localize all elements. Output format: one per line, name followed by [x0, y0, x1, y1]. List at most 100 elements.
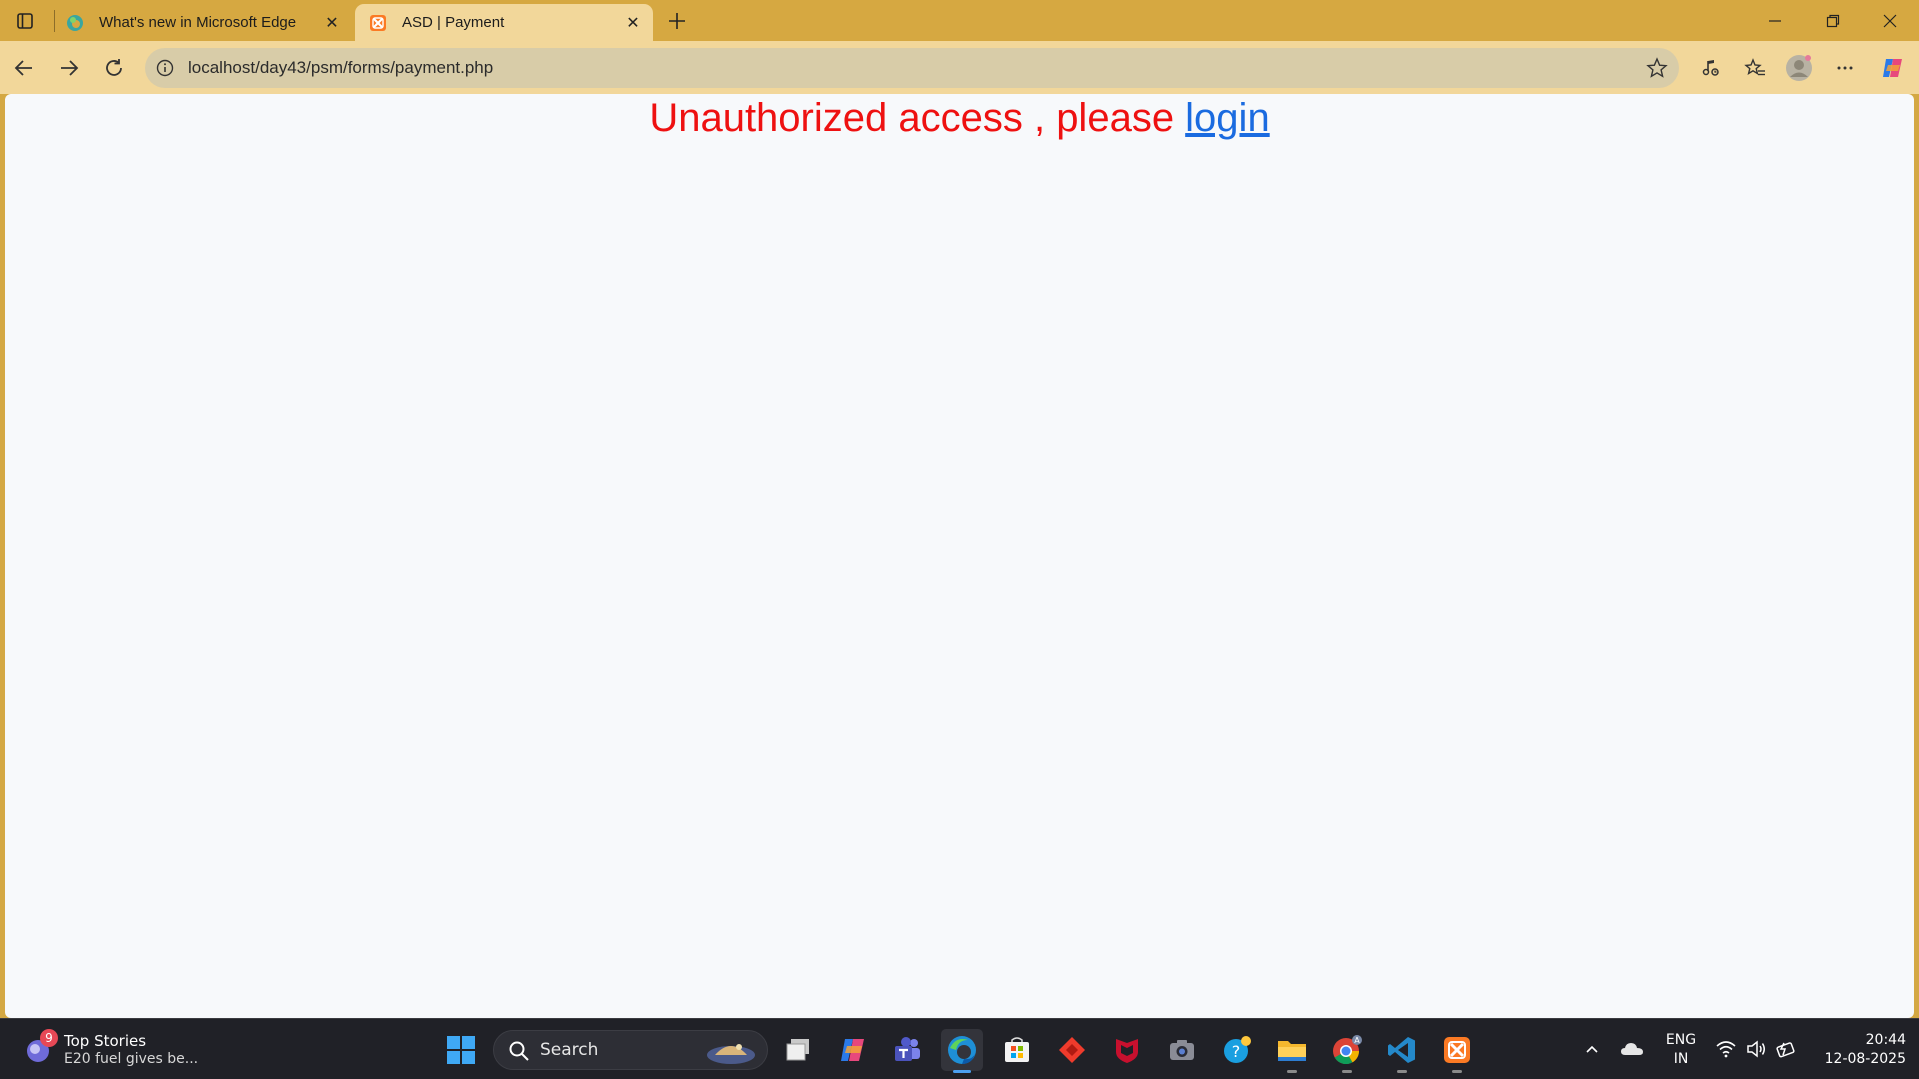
- refresh-icon: [106, 59, 122, 76]
- edge-icon: [948, 1036, 976, 1064]
- back-arrow-icon: [14, 60, 32, 76]
- wifi-button[interactable]: [1714, 1037, 1738, 1061]
- back-button[interactable]: [7, 51, 41, 85]
- tab-actions-icon: [17, 13, 33, 29]
- tab-asd-payment[interactable]: ASD | Payment ✕: [355, 4, 653, 41]
- tab-actions-button[interactable]: [12, 8, 38, 34]
- vscode-app[interactable]: [1381, 1029, 1423, 1073]
- task-view-button[interactable]: [777, 1029, 819, 1071]
- copilot-button[interactable]: [1876, 51, 1910, 85]
- show-hidden-icons-button[interactable]: [1580, 1037, 1604, 1061]
- chrome-icon: A: [1333, 1035, 1362, 1065]
- close-window-button[interactable]: [1862, 4, 1918, 38]
- xampp-app[interactable]: [1436, 1029, 1478, 1073]
- help-icon: ?: [1224, 1036, 1251, 1063]
- search-highlight-icon: [707, 1044, 755, 1064]
- anydesk-app[interactable]: [1051, 1029, 1093, 1071]
- svg-text:?: ?: [1232, 1042, 1241, 1061]
- xampp-icon: [1444, 1037, 1470, 1063]
- anydesk-icon: [1059, 1037, 1085, 1063]
- settings-menu-button[interactable]: [1828, 51, 1862, 85]
- minimize-button[interactable]: [1747, 4, 1803, 38]
- running-indicator: [1397, 1070, 1407, 1073]
- running-indicator: [953, 1070, 971, 1073]
- region-code: IN: [1673, 1051, 1689, 1067]
- more-options-icon: [1837, 66, 1853, 70]
- login-link[interactable]: login: [1185, 96, 1270, 140]
- store-app[interactable]: [996, 1029, 1038, 1071]
- tab-whats-new[interactable]: What's new in Microsoft Edge ✕: [52, 4, 352, 41]
- close-icon: [1883, 14, 1897, 28]
- mcafee-app[interactable]: [1106, 1029, 1148, 1071]
- minimize-icon: [1769, 20, 1781, 22]
- restore-icon: [1826, 14, 1840, 28]
- site-info-icon[interactable]: [155, 58, 175, 78]
- xampp-icon: [368, 13, 388, 33]
- search-icon: [509, 1041, 529, 1061]
- favorite-star-icon[interactable]: [1645, 56, 1669, 80]
- widget-subtitle: E20 fuel gives be...: [64, 1051, 199, 1067]
- start-button[interactable]: [440, 1029, 482, 1071]
- copilot-app[interactable]: [832, 1029, 874, 1071]
- favorites-list-icon: [1744, 58, 1765, 76]
- read-aloud-button[interactable]: [1694, 51, 1728, 85]
- teams-app[interactable]: [886, 1029, 928, 1071]
- chrome-app[interactable]: A: [1326, 1029, 1368, 1073]
- wifi-icon: [1716, 1041, 1736, 1058]
- windows-logo-icon: [447, 1036, 475, 1064]
- running-indicator: [1452, 1070, 1462, 1073]
- clock-date: 12-08-2025: [1824, 1051, 1906, 1067]
- news-widget[interactable]: 9 Top Stories E20 fuel gives be...: [20, 1029, 220, 1071]
- copilot-icon: [841, 1039, 864, 1061]
- profile-button[interactable]: [1782, 51, 1816, 85]
- tab-strip: What's new in Microsoft Edge ✕ ASD | Pay…: [0, 0, 1919, 41]
- new-tab-button[interactable]: [662, 6, 692, 36]
- edge-icon: [65, 13, 85, 33]
- tab-title: What's new in Microsoft Edge: [99, 14, 297, 31]
- favorites-button[interactable]: [1738, 51, 1772, 85]
- edge-app[interactable]: [941, 1029, 983, 1073]
- file-explorer-app[interactable]: [1271, 1029, 1313, 1073]
- teams-icon: [895, 1037, 920, 1061]
- search-label: Search: [540, 1040, 599, 1060]
- copilot-icon: [1883, 59, 1902, 77]
- get-help-app[interactable]: ?: [1216, 1029, 1258, 1071]
- tab-title: ASD | Payment: [402, 14, 505, 31]
- restore-button[interactable]: [1805, 4, 1861, 38]
- unauthorized-message: Unauthorized access , please login: [5, 94, 1914, 141]
- taskbar-search[interactable]: Search: [493, 1030, 768, 1070]
- system-clock[interactable]: 20:44 12-08-2025: [1810, 1031, 1906, 1069]
- chevron-up-icon: [1586, 1045, 1598, 1053]
- task-view-icon: [786, 1039, 809, 1061]
- close-tab-icon[interactable]: ✕: [320, 11, 344, 35]
- battery-charging-icon: [1776, 1042, 1795, 1058]
- message-text: Unauthorized access , please: [649, 96, 1186, 140]
- clock-time: 20:44: [1865, 1032, 1906, 1048]
- forward-button[interactable]: [52, 51, 86, 85]
- vscode-icon: [1388, 1037, 1415, 1063]
- microsoft-store-icon: [1005, 1037, 1029, 1062]
- language-code: ENG: [1665, 1032, 1697, 1048]
- camera-app[interactable]: [1161, 1029, 1203, 1071]
- plus-icon: [669, 13, 685, 29]
- volume-button[interactable]: [1744, 1037, 1768, 1061]
- page-viewport: Unauthorized access , please login: [5, 94, 1914, 1018]
- music-note-icon: [1702, 60, 1719, 76]
- onedrive-button[interactable]: [1620, 1037, 1644, 1061]
- refresh-button[interactable]: [97, 51, 131, 85]
- avatar-icon: [1786, 55, 1812, 81]
- close-tab-icon[interactable]: ✕: [621, 11, 645, 35]
- folder-icon: [1278, 1041, 1306, 1061]
- mcafee-shield-icon: [1116, 1039, 1138, 1063]
- running-indicator: [1287, 1070, 1297, 1073]
- browser-toolbar: localhost/day43/psm/forms/payment.php: [0, 41, 1919, 94]
- url-text[interactable]: localhost/day43/psm/forms/payment.php: [188, 58, 493, 78]
- camera-icon: [1170, 1040, 1194, 1060]
- running-indicator: [1342, 1070, 1352, 1073]
- notification-badge: 9: [40, 1029, 58, 1047]
- input-language[interactable]: ENG IN: [1664, 1031, 1698, 1069]
- battery-button[interactable]: [1774, 1037, 1798, 1061]
- address-bar[interactable]: localhost/day43/psm/forms/payment.php: [145, 48, 1679, 88]
- svg-text:A: A: [1354, 1036, 1360, 1045]
- windows-taskbar: 9 Top Stories E20 fuel gives be... Searc…: [0, 1018, 1919, 1079]
